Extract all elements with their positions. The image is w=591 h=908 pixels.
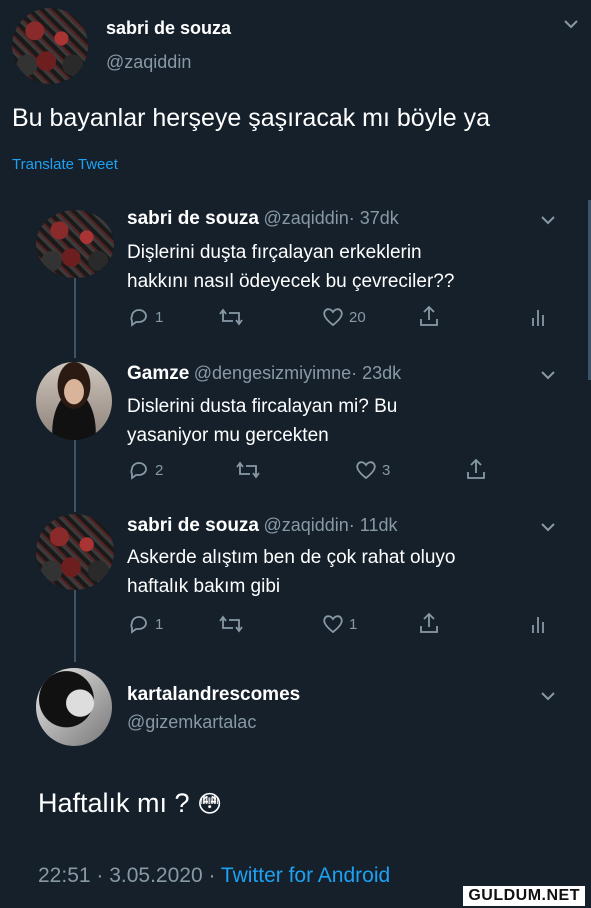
like-count: 3 bbox=[382, 461, 391, 479]
like-button[interactable]: 3 bbox=[355, 460, 390, 480]
tweet-time: · 11dk bbox=[348, 515, 398, 535]
reply-count: 2 bbox=[155, 461, 164, 479]
tweet-text-line: yasaniyor mu gercekten bbox=[127, 425, 329, 446]
author-name[interactable]: Gamze bbox=[127, 363, 189, 384]
share-button[interactable] bbox=[418, 305, 440, 327]
reply-count: 1 bbox=[155, 615, 164, 633]
thread-line bbox=[74, 590, 76, 662]
share-button[interactable] bbox=[465, 458, 487, 480]
avatar[interactable] bbox=[36, 668, 112, 746]
reply-button[interactable]: 1 bbox=[128, 307, 163, 327]
analytics-icon[interactable] bbox=[530, 613, 546, 635]
author-name[interactable]: kartalandrescomes bbox=[127, 684, 300, 706]
chevron-down-icon[interactable] bbox=[540, 688, 556, 706]
chevron-down-icon[interactable] bbox=[563, 16, 579, 34]
author-handle[interactable]: @zaqiddin bbox=[263, 208, 348, 228]
avatar[interactable] bbox=[12, 8, 88, 84]
tweet-text-line: Dişlerini duşta fırçalayan erkeklerin bbox=[127, 242, 422, 263]
chevron-down-icon[interactable] bbox=[540, 367, 556, 385]
tweet-text: Bu bayanlar herşeye şaşıracak mı böyle y… bbox=[12, 104, 491, 132]
reply-count: 1 bbox=[155, 308, 164, 326]
translate-tweet-link[interactable]: Translate Tweet bbox=[12, 156, 118, 173]
retweet-button[interactable] bbox=[235, 460, 261, 480]
avatar[interactable] bbox=[36, 514, 114, 590]
tweet-timestamp: 22:51 · 3.05.2020 · bbox=[38, 864, 221, 887]
avatar[interactable] bbox=[36, 210, 114, 278]
author-name[interactable]: sabri de souza bbox=[106, 18, 231, 39]
reply-button[interactable]: 2 bbox=[128, 460, 163, 480]
share-button[interactable] bbox=[418, 612, 440, 634]
thread-line bbox=[74, 440, 76, 512]
flushed-face-emoji: 😳 bbox=[197, 791, 223, 818]
chevron-down-icon[interactable] bbox=[540, 519, 556, 537]
tweet-source-link[interactable]: Twitter for Android bbox=[221, 864, 390, 887]
tweet-text: Haftalık mı ? bbox=[38, 788, 190, 818]
like-count: 20 bbox=[349, 308, 366, 326]
like-button[interactable]: 1 bbox=[322, 614, 357, 634]
author-name[interactable]: sabri de souza bbox=[127, 208, 259, 229]
author-handle[interactable]: @zaqiddin bbox=[106, 52, 191, 73]
chevron-down-icon[interactable] bbox=[540, 212, 556, 230]
like-button[interactable]: 20 bbox=[322, 307, 366, 327]
tweet-text-line: haftalık bakım gibi bbox=[127, 576, 281, 597]
tweet-text-line: hakkını nasıl ödeyecek bu çevreciler?? bbox=[127, 271, 455, 292]
thread-line bbox=[74, 278, 76, 358]
watermark: GULDUM.NET bbox=[463, 886, 585, 906]
avatar[interactable] bbox=[36, 362, 112, 440]
tweet-time: · 37dk bbox=[348, 208, 399, 228]
tweet-text-line: Askerde alıştım ben de çok rahat oluyo bbox=[127, 547, 456, 568]
retweet-button[interactable] bbox=[218, 307, 244, 327]
tweet-time: · 23dk bbox=[351, 363, 402, 383]
tweet-text-line: Dislerini dusta fircalayan mi? Bu bbox=[127, 396, 398, 417]
author-name[interactable]: sabri de souza bbox=[127, 515, 259, 536]
retweet-button[interactable] bbox=[218, 614, 244, 634]
analytics-icon[interactable] bbox=[530, 306, 546, 328]
author-handle[interactable]: @dengesizmiyimne bbox=[194, 363, 351, 383]
author-handle[interactable]: @gizemkartalac bbox=[127, 712, 256, 733]
like-count: 1 bbox=[349, 615, 358, 633]
author-handle[interactable]: @zaqiddin bbox=[263, 515, 348, 535]
reply-button[interactable]: 1 bbox=[128, 614, 163, 634]
